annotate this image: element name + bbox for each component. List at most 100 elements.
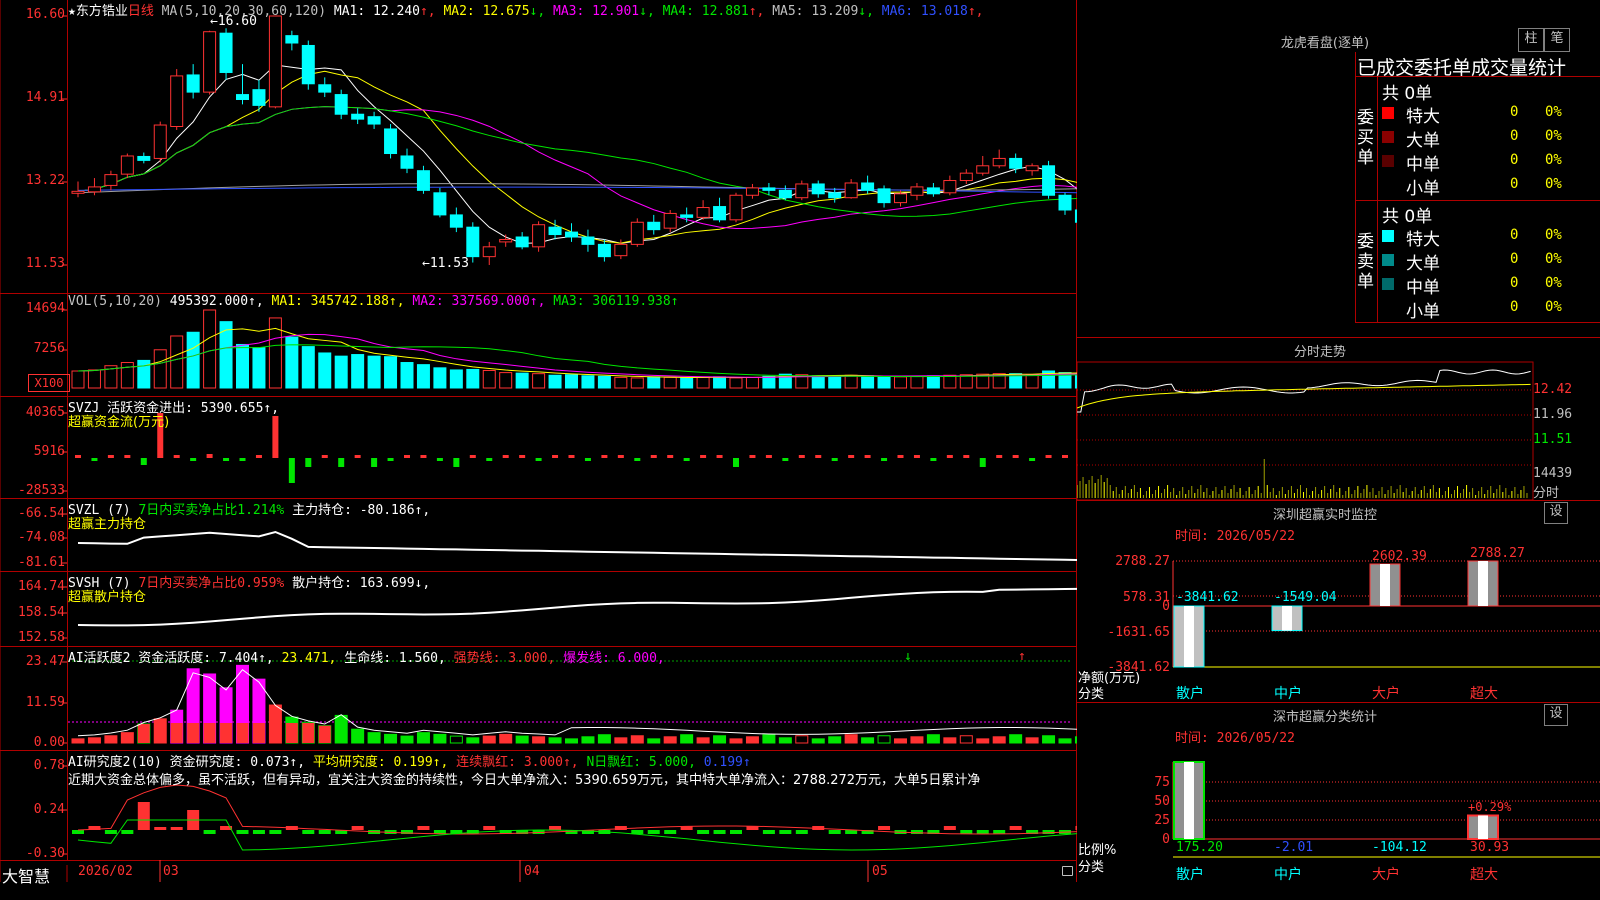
candle-body-22 [433,192,447,216]
sell-row-0[interactable]: 特大 0 0% [1380,225,1600,250]
monitor-value-3: 2788.27 [1470,546,1525,561]
stock-name[interactable]: ★东方锆业 [68,4,128,19]
sell-count-1: 0 [1510,251,1519,267]
candle-body-55 [976,165,990,174]
tick-mode-button[interactable]: 笔 [1544,28,1570,52]
svzj-bar-53 [946,455,953,458]
sell-row-2[interactable]: 中单 0 0% [1380,273,1600,298]
dragon-title: 龙虎看盘(逐单) [1280,36,1370,51]
sell-row-3[interactable]: 小单 0 0% [1380,297,1600,322]
period-label[interactable]: 日线 [128,4,154,19]
buy-count-2: 0 [1510,152,1519,168]
vol-unit-badge[interactable]: X100 [28,374,70,392]
ai1-bar-base-14 [302,723,315,743]
ai1-bar-27 [515,735,529,744]
candle-body-54 [959,172,973,182]
monitor-settings-button[interactable]: 设 [1544,502,1568,524]
buy-color-swatch-0 [1382,107,1394,119]
ai1-bar-base-13 [285,723,298,743]
ai2-bar-36 [664,830,677,834]
ai2-bar-8 [203,830,216,834]
ai1-bar-39 [713,735,727,744]
candle-body-8 [203,31,217,93]
svzj-bar-55 [979,458,986,467]
svzj-bar-13 [288,458,295,483]
ai1-bar-37 [680,734,694,744]
ai2-bar-29 [549,826,562,830]
vol-bar-51 [910,375,924,389]
max-price-marker: ←16.60 [210,14,257,29]
vol-bar-18 [367,355,381,389]
ai1-bar-50 [894,738,907,744]
svzj-bar-10 [239,458,246,461]
monitor-value-1: -1549.04 [1274,590,1337,605]
buy-row-1[interactable]: 大单 0 0% [1380,126,1600,151]
sell-row-1[interactable]: 大单 0 0% [1380,249,1600,274]
buy-row-3[interactable]: 小单 0 0% [1380,174,1600,199]
ai2-bar-5 [154,827,167,830]
ai2-cont: 连续飘红: 3.000↑, [456,755,579,770]
svzj-bar-14 [305,458,312,467]
ai1-bar-42 [762,734,776,744]
candle-body-15 [318,84,332,93]
stats-value-2: -104.12 [1372,840,1427,855]
candle-body-53 [943,180,957,194]
ai1-header: AI活跃度2 资金活跃度: 7.404↑, 23.471, 生命线: 1.560… [68,647,665,666]
ai1-bar-40 [729,738,743,744]
candle-body-13 [285,35,299,44]
svzj-bar-15 [321,455,328,458]
stats-settings-button[interactable]: 设 [1544,704,1568,726]
y-tick-main-2: 13.22 [25,173,65,188]
ma-line-3 [77,106,1077,229]
svzj-bar-60 [1062,455,1068,458]
stats-title: 深市超赢分类统计 [1272,710,1377,725]
ai2-bar-46 [828,830,841,834]
vol-bar-34 [630,377,644,389]
svzj-bar-46 [831,458,838,461]
svsh-line [77,587,1077,627]
buy-count-1: 0 [1510,128,1519,144]
kline-chart-area[interactable]: ↓ ↑ [0,0,1077,882]
ma-value-5: MA5: 13.209 [772,4,859,19]
candle-body-43 [778,189,792,199]
buy-row-0[interactable]: 特大 0 0% [1380,102,1600,127]
vol-bar-17 [351,354,365,389]
candle-body-11 [252,89,266,106]
svzj-bar-3 [124,455,131,458]
ai2-bar-38 [697,830,710,834]
monitor-time: 时间: 2026/05/22 [1175,529,1295,544]
stats-value-3: 30.93 [1470,840,1510,855]
candle-body-44 [795,183,809,199]
ai1-bar-35 [647,738,661,744]
vol-bar-26 [499,372,513,389]
candle-body-57 [1009,157,1023,169]
bar-mode-button[interactable]: 柱 [1518,28,1544,52]
ai1-bar-33 [614,737,628,744]
ai1-bar-base-12 [269,723,282,743]
lock-icon[interactable] [1062,866,1073,876]
sell-count-2: 0 [1510,275,1519,291]
brand-logo[interactable]: 大智慧 [2,863,50,887]
sell-color-swatch-2 [1382,278,1394,290]
buy-row-2[interactable]: 中单 0 0% [1380,150,1600,175]
vol-bar-0 [71,370,85,389]
candle-body-56 [992,157,1006,167]
ma-value-3: MA3: 12.901 [553,4,640,19]
intraday-chart[interactable] [1077,362,1533,500]
svzj-bar-27 [519,455,526,458]
svsh-subtitle: 超赢散户持仓 [68,590,147,605]
vol-ma3: MA3: 306119.938↑ [553,294,679,309]
candle-body-30 [565,231,578,238]
monitor-bar-hilite-1 [1282,606,1292,631]
vol-bar-6 [170,335,184,389]
vol-bar-3 [120,362,134,389]
svzj-bar-42 [765,455,772,458]
stats-bar-hilite-3 [1478,815,1488,839]
stats-value-1: -2.01 [1274,840,1314,855]
svzj-bar-45 [815,455,822,458]
svzj-bar-37 [683,458,690,461]
candle-body-26 [499,238,513,243]
vol-bar-42 [762,375,776,389]
ai1-bar-46 [828,736,842,744]
ai2-bar-57 [1009,826,1022,830]
